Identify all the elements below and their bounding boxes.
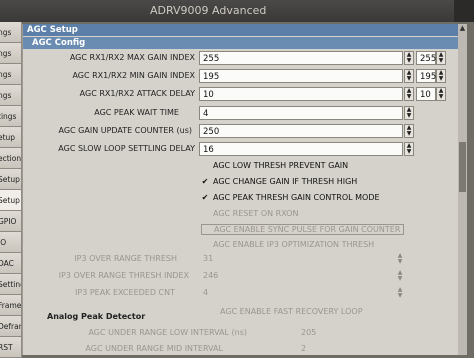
analog-peak-title: Analog Peak Detector (47, 312, 146, 321)
side-tab-framer[interactable]: Framer (0, 295, 22, 316)
max-gain-input[interactable]: 255 (199, 51, 403, 65)
side-tab-6[interactable]: etup (0, 127, 22, 148)
side-tab-1[interactable]: ngs (0, 22, 22, 43)
panel-header: AGC Setup (23, 24, 467, 36)
peak-wait-input[interactable]: 4 (199, 106, 403, 120)
slow-loop-spinner[interactable]: ▲ ▼ (404, 142, 414, 156)
max-gain-input-rx2[interactable]: 255 (416, 51, 436, 65)
ip3-peak-spinner[interactable]: ▲ ▼ (395, 287, 405, 301)
side-tab-settings[interactable]: Settings (0, 274, 22, 295)
ip3-peak-value[interactable]: 4 (203, 287, 208, 299)
check-low-thresh-label: AGC LOW THRESH PREVENT GAIN (213, 161, 349, 170)
slow-loop-input[interactable]: 16 (199, 142, 403, 156)
check-fast-recovery-label: AGC ENABLE FAST RECOVERY LOOP (220, 307, 363, 316)
under-range-low-value[interactable]: 205 (301, 327, 316, 339)
min-gain-label: AGC RX1/RX2 MIN GAIN INDEX (72, 71, 195, 80)
ip3-thresh-spinner[interactable]: ▲ ▼ (395, 253, 405, 267)
check-ip3-opt[interactable]: AGC ENABLE IP3 OPTIMIZATION THRESH (201, 240, 374, 249)
min-gain-input[interactable]: 195 (199, 69, 403, 83)
scroll-up-icon[interactable]: ▲ (458, 24, 467, 34)
agc-setup-panel: AGC Setup AGC Config AGC RX1/RX2 MAX GAI… (22, 24, 467, 355)
check-sync-pulse[interactable]: AGC ENABLE SYNC PULSE FOR GAIN COUNTER (201, 224, 405, 235)
check-fast-recovery[interactable]: AGC ENABLE FAST RECOVERY LOOP (208, 307, 363, 316)
min-gain-input-rx2[interactable]: 195 (416, 69, 436, 83)
side-tab-5[interactable]: tings (0, 106, 22, 127)
check-low-thresh[interactable]: AGC LOW THRESH PREVENT GAIN (201, 161, 348, 170)
side-tab-deframer[interactable]: Deframer (0, 316, 22, 337)
attack-delay-rx2-spinner[interactable]: ▲ ▼ (436, 87, 446, 101)
gain-update-spinner[interactable]: ▲ ▼ (404, 124, 414, 138)
vertical-scrollbar[interactable]: ▲ (458, 24, 467, 355)
check-peak-thresh[interactable]: ✔ AGC PEAK THRESH GAIN CONTROL MODE (201, 193, 380, 202)
max-gain-label: AGC RX1/RX2 MAX GAIN INDEX (69, 53, 195, 62)
attack-delay-label: AGC RX1/RX2 ATTACK DELAY (79, 89, 195, 98)
attack-delay-spinner[interactable]: ▲ ▼ (404, 87, 414, 101)
check-reset-rxon-label: AGC RESET ON RXON (213, 209, 299, 218)
check-change-gain-label: AGC CHANGE GAIN IF THRESH HIGH (213, 177, 358, 186)
ip3-index-spinner[interactable]: ▲ ▼ (395, 270, 405, 284)
peak-wait-spinner[interactable]: ▲ ▼ (404, 106, 414, 120)
ip3-thresh-label: IP3 OVER RANGE THRESH (74, 254, 177, 263)
ip3-index-value[interactable]: 246 (203, 270, 218, 282)
max-gain-spinner[interactable]: ▲ ▼ (404, 51, 414, 65)
attack-delay-input[interactable]: 10 (199, 87, 403, 101)
window-titlebar: ADRV9009 Advanced (0, 0, 474, 22)
side-tab-4[interactable]: ngs (0, 85, 22, 106)
min-gain-rx2-spinner[interactable]: ▲ ▼ (436, 69, 446, 83)
ip3-thresh-value[interactable]: 31 (203, 253, 213, 265)
check-ip3-opt-label: AGC ENABLE IP3 OPTIMIZATION THRESH (213, 240, 375, 249)
check-peak-thresh-label: AGC PEAK THRESH GAIN CONTROL MODE (213, 193, 380, 202)
side-tab-gpio[interactable]: GPIO (0, 211, 22, 232)
ip3-peak-label: IP3 PEAK EXCEEDED CNT (75, 288, 175, 297)
attack-delay-input-rx2[interactable]: 10 (416, 87, 436, 101)
side-tab-2[interactable]: ngs (0, 43, 22, 64)
check-sync-pulse-label: AGC ENABLE SYNC PULSE FOR GAIN COUNTER (214, 225, 401, 234)
gain-update-label: AGC GAIN UPDATE COUNTER (us) (58, 126, 193, 135)
window-title: ADRV9009 Advanced (150, 4, 267, 17)
side-tab-io[interactable]: IO (0, 232, 22, 253)
titlebar-edge (454, 0, 474, 22)
side-tab-agc-setup[interactable]: Setup (0, 190, 22, 211)
min-gain-spinner[interactable]: ▲ ▼ (404, 69, 414, 83)
checkmark-icon: ✔ (201, 177, 209, 186)
under-range-mid-label: AGC UNDER RANGE MID INTERVAL (85, 344, 223, 353)
gain-update-input[interactable]: 250 (199, 124, 403, 138)
panel-subheader: AGC Config (23, 37, 467, 49)
checkmark-icon: ✔ (201, 193, 209, 202)
check-change-gain[interactable]: ✔ AGC CHANGE GAIN IF THRESH HIGH (201, 177, 358, 186)
check-reset-rxon[interactable]: AGC RESET ON RXON (201, 209, 298, 218)
side-tab-7[interactable]: ection (0, 148, 22, 169)
side-tab-strip: ngs ngs ngs ngs tings etup ection Setup … (0, 22, 22, 358)
peak-wait-label: AGC PEAK WAIT TIME (94, 108, 179, 117)
side-tab-3[interactable]: ngs (0, 64, 22, 85)
side-tab-dac[interactable]: DAC (0, 253, 22, 274)
max-gain-rx2-spinner[interactable]: ▲ ▼ (436, 51, 446, 65)
scrollbar-thumb[interactable] (459, 142, 466, 192)
under-range-mid-value[interactable]: 2 (301, 343, 306, 355)
side-tab-8[interactable]: Setup (0, 169, 22, 190)
ip3-index-label: IP3 OVER RANGE THRESH INDEX (58, 271, 189, 280)
slow-loop-label: AGC SLOW LOOP SETTLING DELAY (58, 144, 195, 153)
under-range-low-label: AGC UNDER RANGE LOW INTERVAL (ns) (88, 328, 247, 337)
